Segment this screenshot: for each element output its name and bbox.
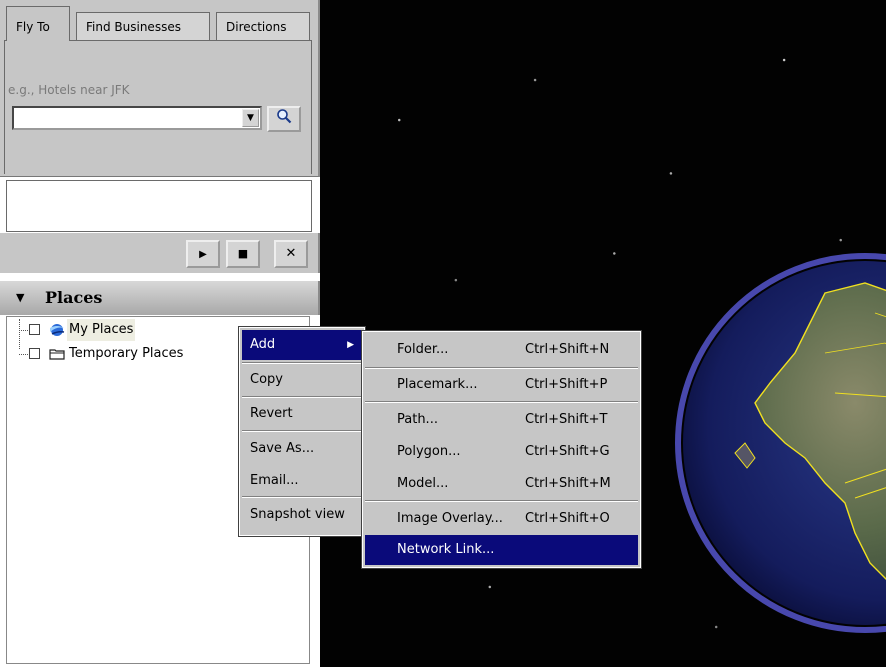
menu-item-placemark[interactable]: Placemark... Ctrl+Shift+P [365,370,638,400]
shortcut-label: Ctrl+Shift+O [525,511,610,526]
stop-icon: ■ [237,247,249,260]
menu-item-network-link[interactable]: Network Link... [365,535,638,565]
menu-item-label: Path... [397,412,438,427]
menu-item-label: Placemark... [397,377,478,392]
shortcut-label: Ctrl+Shift+G [525,444,610,459]
globe-icon [49,323,65,345]
menu-item-image-overlay[interactable]: Image Overlay... Ctrl+Shift+O [365,504,638,534]
stop-button[interactable]: ■ [226,240,260,268]
menu-item-label: Image Overlay... [397,511,503,526]
triangle-down-icon[interactable]: ▼ [242,109,259,127]
menu-item-label: Model... [397,476,449,491]
search-combo[interactable]: ▼ [12,106,262,130]
earth-globe[interactable] [675,253,886,633]
menu-item-polygon[interactable]: Polygon... Ctrl+Shift+G [365,437,638,467]
menu-item-folder[interactable]: Folder... Ctrl+Shift+N [365,335,638,365]
folder-icon [49,347,65,369]
menu-item-path[interactable]: Path... Ctrl+Shift+T [365,405,638,435]
magnifier-icon [277,109,292,124]
menu-item-label: Polygon... [397,444,461,459]
menu-item-label: Folder... [397,342,449,357]
add-submenu: Folder... Ctrl+Shift+N Placemark... Ctrl… [361,330,642,569]
menu-separator [242,396,362,398]
search-hint: e.g., Hotels near JFK [8,83,130,97]
list-item-label: Temporary Places [69,346,184,361]
shortcut-label: Ctrl+Shift+P [525,377,608,392]
collapse-triangle-icon[interactable]: ▼ [16,281,24,315]
search-panel: Fly To Find Businesses Directions e.g., … [0,0,320,177]
menu-separator [365,401,638,403]
places-title: Places [45,288,103,307]
tour-controls: ▶ ■ ✕ [0,233,320,273]
menu-item-copy[interactable]: Copy [242,365,362,395]
menu-separator [242,496,362,498]
search-input[interactable] [14,108,240,128]
close-icon: ✕ [285,246,297,261]
search-button[interactable] [267,106,301,132]
menu-separator [242,362,362,364]
menu-item-email[interactable]: Email... [242,466,362,496]
shortcut-label: Ctrl+Shift+M [525,476,611,491]
shortcut-label: Ctrl+Shift+T [525,412,608,427]
menu-item-save-as[interactable]: Save As... [242,434,362,464]
close-button[interactable]: ✕ [274,240,308,268]
menu-item-revert[interactable]: Revert [242,399,362,429]
tab-directions[interactable]: Directions [216,12,310,40]
menu-separator [242,430,362,432]
menu-separator [365,500,638,502]
tab-fly-to[interactable]: Fly To [6,6,70,41]
places-header[interactable]: ▼ Places [0,281,320,315]
menu-item-add[interactable]: Add ▶ [242,330,362,360]
menu-separator [365,367,638,369]
tab-find-businesses[interactable]: Find Businesses [76,12,210,40]
menu-item-label: Add [250,337,276,352]
search-results [6,180,312,232]
list-item-label: My Places [67,319,136,341]
play-icon: ▶ [199,249,207,260]
submenu-arrow-icon: ▶ [347,340,354,350]
shortcut-label: Ctrl+Shift+N [525,342,610,357]
menu-item-label: Network Link... [397,542,495,557]
checkbox[interactable] [29,324,40,335]
context-menu: Add ▶ Copy Revert Save As... Email... Sn… [238,326,366,537]
checkbox[interactable] [29,348,40,359]
menu-item-snapshot-view[interactable]: Snapshot view [242,500,362,530]
menu-item-model[interactable]: Model... Ctrl+Shift+M [365,469,638,499]
play-button[interactable]: ▶ [186,240,220,268]
